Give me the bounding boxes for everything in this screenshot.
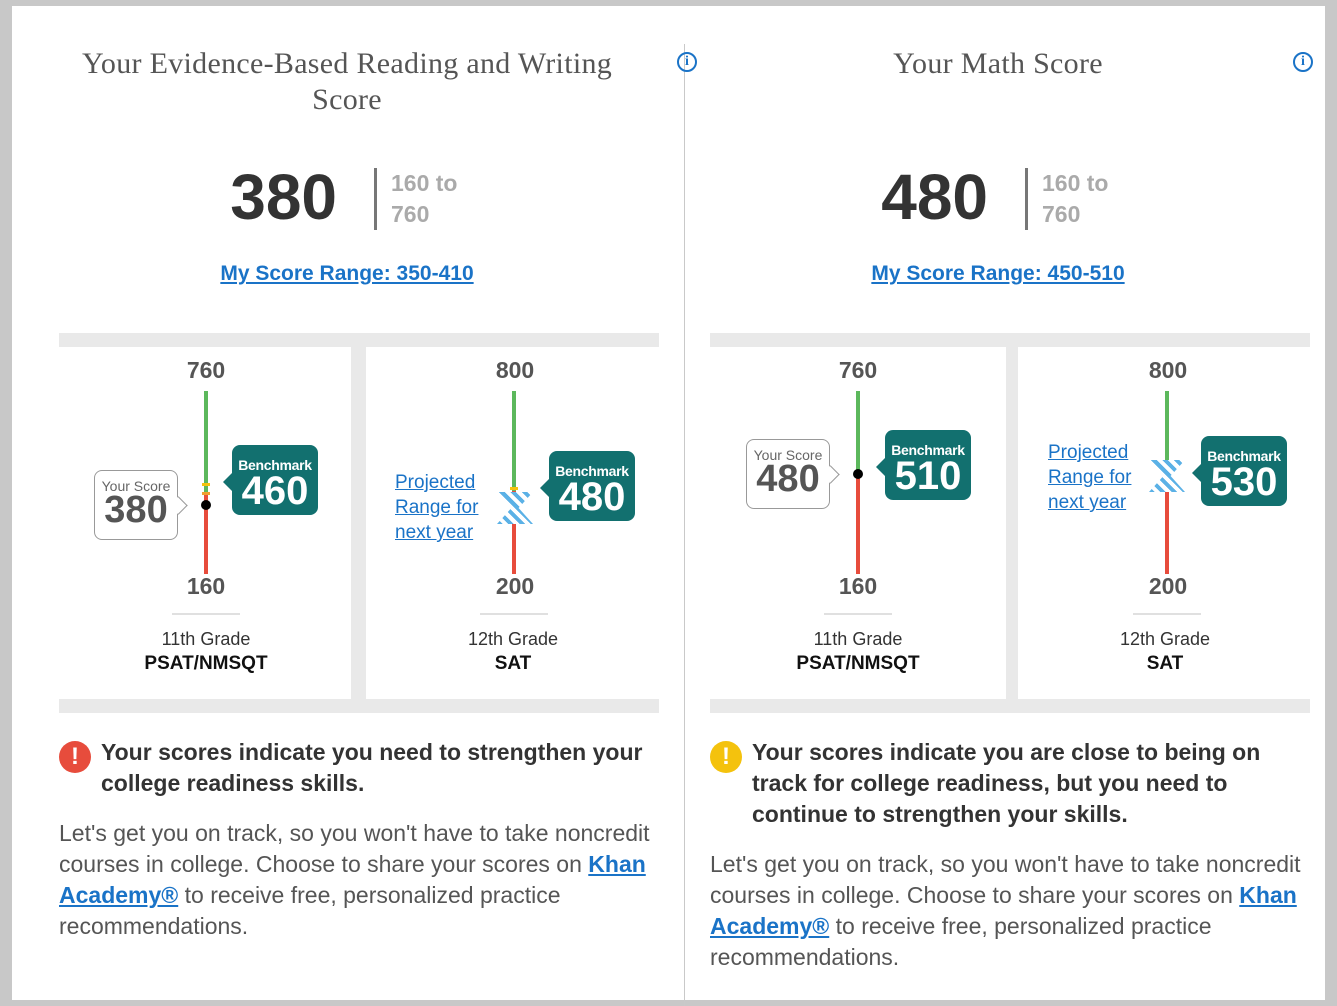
above-benchmark-bar bbox=[512, 391, 516, 491]
alert-body-text: Let's get you on track, so you won't hav… bbox=[710, 851, 1301, 908]
benchmark-badge: Benchmark 480 bbox=[540, 451, 635, 521]
ebrw-panel: Your Evidence-Based Reading and Writing … bbox=[47, 6, 697, 1000]
score-report-card: Your Evidence-Based Reading and Writing … bbox=[12, 6, 1325, 1006]
grade-label: 12th Grade bbox=[1119, 629, 1211, 649]
alert-body-text: Let's get you on track, so you won't hav… bbox=[59, 820, 650, 877]
ebrw-psat-box: 760 Your Score 380 Benchmark 460 160 11t… bbox=[59, 347, 351, 699]
benchmark-value: 510 bbox=[894, 454, 962, 498]
your-score-callout: Your Score 480 bbox=[746, 439, 830, 509]
alert-title: Your scores indicate you are close to be… bbox=[752, 739, 1261, 827]
above-benchmark-bar bbox=[204, 391, 208, 494]
scale-min: 160 bbox=[186, 573, 226, 599]
ebrw-score-scale: 160 to 760 bbox=[391, 168, 457, 230]
your-score-dot bbox=[853, 469, 863, 479]
exclamation-icon: ! bbox=[710, 741, 742, 773]
above-benchmark-bar bbox=[1165, 391, 1169, 469]
your-score-callout: Your Score 380 bbox=[94, 470, 178, 540]
exclamation-icon: ! bbox=[59, 741, 91, 773]
base-line bbox=[1133, 613, 1201, 615]
ebrw-title: Your Evidence-Based Reading and Writing … bbox=[81, 47, 613, 116]
benchmark-marker bbox=[510, 487, 518, 490]
your-score-dot bbox=[201, 500, 211, 510]
info-icon[interactable]: i bbox=[677, 52, 697, 72]
base-line bbox=[172, 613, 240, 615]
scale-max: 800 bbox=[495, 357, 535, 383]
projected-range-link[interactable]: Projected Range for next year bbox=[395, 470, 505, 545]
test-label: PSAT/NMSQT bbox=[796, 653, 920, 674]
benchmark-badge: Benchmark 510 bbox=[876, 430, 971, 500]
base-line bbox=[824, 613, 892, 615]
info-icon[interactable]: i bbox=[1293, 52, 1313, 72]
scale-max: 760 bbox=[186, 357, 226, 383]
above-benchmark-bar bbox=[856, 391, 860, 471]
math-psat-box: 760 Your Score 480 Benchmark 510 160 11t… bbox=[710, 347, 1006, 699]
alert-body: Let's get you on track, so you won't hav… bbox=[710, 849, 1310, 973]
math-score-summary: 480 160 to 760 bbox=[698, 156, 1298, 236]
ebrw-sat-box: 800 Projected Range for next year Benchm… bbox=[366, 347, 659, 699]
scale-min: 200 bbox=[495, 573, 535, 599]
math-score-scale: 160 to 760 bbox=[1042, 168, 1108, 230]
score-scale-line2: 760 bbox=[1042, 201, 1081, 227]
benchmark-marker bbox=[202, 483, 210, 486]
ebrw-score-summary: 380 160 to 760 bbox=[47, 156, 647, 236]
grade-label: 12th Grade bbox=[467, 629, 559, 649]
alert-title: Your scores indicate you need to strengt… bbox=[101, 739, 643, 796]
scale-max: 760 bbox=[838, 357, 878, 383]
test-label: SAT bbox=[494, 653, 532, 674]
test-label: SAT bbox=[1146, 653, 1184, 674]
benchmark-value: 530 bbox=[1210, 460, 1278, 504]
alert-body: Let's get you on track, so you won't hav… bbox=[59, 818, 659, 942]
scale-max: 800 bbox=[1148, 357, 1188, 383]
projected-range-link[interactable]: Projected Range for next year bbox=[1048, 440, 1158, 515]
below-benchmark-bar bbox=[856, 471, 860, 574]
ebrw-my-score-range-link[interactable]: My Score Range: 350-410 bbox=[47, 262, 647, 286]
base-line bbox=[480, 613, 548, 615]
score-separator bbox=[1025, 168, 1028, 230]
benchmark-badge: Benchmark 460 bbox=[223, 445, 318, 515]
math-title: Your Math Score bbox=[893, 47, 1103, 80]
score-separator bbox=[374, 168, 377, 230]
math-benchmark-area: 760 Your Score 480 Benchmark 510 160 11t… bbox=[710, 333, 1310, 713]
benchmark-value: 460 bbox=[241, 469, 309, 513]
benchmark-value: 480 bbox=[558, 475, 626, 519]
benchmark-badge: Benchmark 530 bbox=[1192, 436, 1287, 506]
math-score: 480 bbox=[881, 161, 988, 233]
score-scale-line1: 160 to bbox=[1042, 170, 1109, 196]
score-scale-line1: 160 to bbox=[391, 170, 458, 196]
math-panel: Your Math Score i 480 160 to 760 My Scor… bbox=[698, 6, 1337, 1000]
ebrw-score: 380 bbox=[230, 161, 337, 233]
your-score-value: 480 bbox=[756, 458, 820, 500]
math-sat-box: 800 Projected Range for next year Benchm… bbox=[1018, 347, 1310, 699]
grade-label: 11th Grade bbox=[161, 629, 251, 649]
your-score-value: 380 bbox=[104, 489, 168, 531]
math-my-score-range-link[interactable]: My Score Range: 450-510 bbox=[698, 262, 1298, 286]
range-marker bbox=[202, 492, 210, 495]
scale-min: 200 bbox=[1148, 573, 1188, 599]
grade-label: 11th Grade bbox=[813, 629, 903, 649]
scale-min: 160 bbox=[838, 573, 878, 599]
ebrw-benchmark-area: 760 Your Score 380 Benchmark 460 160 11t… bbox=[59, 333, 659, 713]
score-scale-line2: 760 bbox=[391, 201, 430, 227]
test-label: PSAT/NMSQT bbox=[144, 653, 268, 674]
